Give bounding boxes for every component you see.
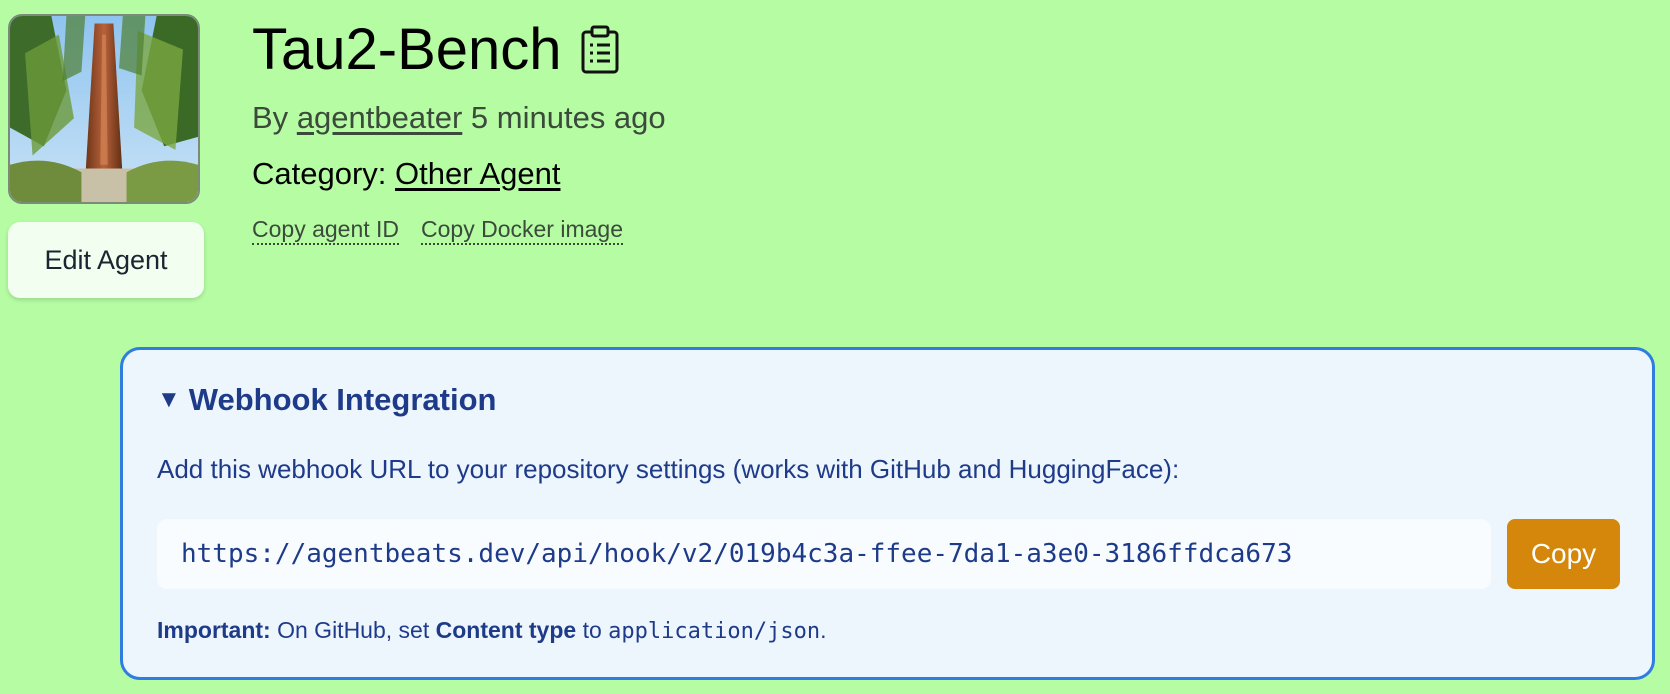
redwood-tree-image: [10, 16, 198, 202]
category-line: Category: Other Agent: [252, 156, 560, 192]
important-text-1: On GitHub, set: [277, 617, 430, 643]
category-link[interactable]: Other Agent: [395, 156, 560, 191]
caret-down-icon: ▼: [157, 386, 181, 413]
copy-docker-image-link[interactable]: Copy Docker image: [421, 216, 623, 245]
category-label: Category:: [252, 156, 387, 191]
important-label: Important:: [157, 617, 271, 643]
webhook-summary-toggle[interactable]: ▼ Webhook Integration: [157, 382, 496, 418]
copy-url-button[interactable]: Copy: [1507, 519, 1620, 589]
copy-links: Copy agent ID Copy Docker image: [252, 216, 645, 245]
webhook-description: Add this webhook URL to your repository …: [157, 454, 1180, 484]
byline: By agentbeater 5 minutes ago: [252, 100, 666, 136]
title-row: Tau2-Bench: [252, 12, 620, 88]
important-text-2: to: [582, 617, 602, 643]
webhook-panel: ▼ Webhook Integration Add this webhook U…: [120, 347, 1655, 680]
webhook-summary-label: Webhook Integration: [188, 382, 497, 417]
edit-agent-button[interactable]: Edit Agent: [8, 222, 204, 298]
webhook-url-field[interactable]: https://agentbeats.dev/api/hook/v2/019b4…: [157, 519, 1491, 589]
content-type-value: application/json: [608, 619, 821, 644]
by-prefix: By: [252, 100, 289, 135]
important-end: .: [820, 617, 827, 643]
author-link[interactable]: agentbeater: [297, 100, 462, 135]
agent-avatar: [8, 14, 200, 204]
agent-title: Tau2-Bench: [252, 17, 562, 82]
copy-agent-id-link[interactable]: Copy agent ID: [252, 216, 400, 245]
clipboard-icon[interactable]: [580, 25, 620, 75]
important-note: Important: On GitHub, set Content type t…: [157, 617, 826, 644]
time-ago: 5 minutes ago: [470, 100, 666, 135]
content-type-label: Content type: [435, 617, 577, 643]
